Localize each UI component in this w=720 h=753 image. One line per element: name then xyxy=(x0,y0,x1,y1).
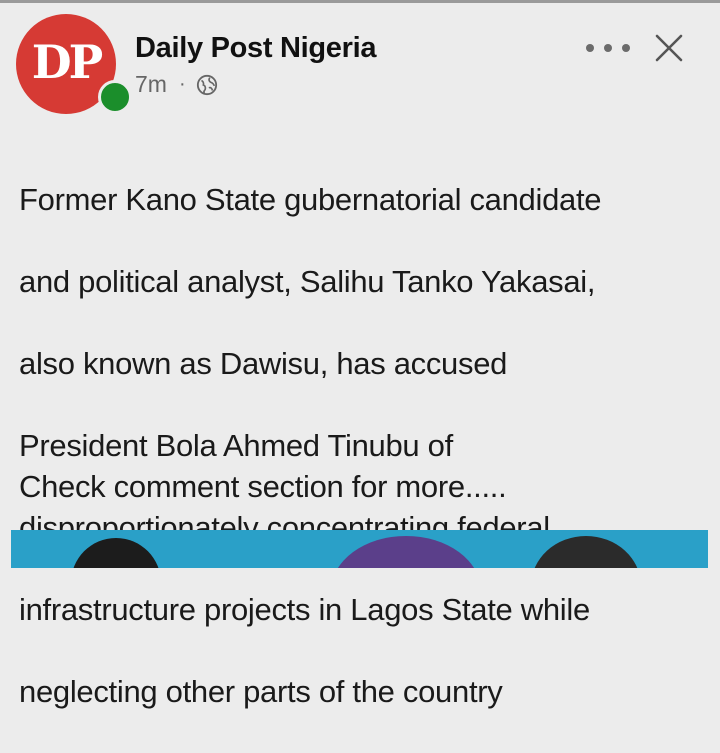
more-options-button[interactable] xyxy=(586,33,630,63)
post-text-line: President Bola Ahmed Tinubu of xyxy=(19,428,453,463)
online-status-dot xyxy=(98,80,132,114)
post-text-line: also known as Dawisu, has accused xyxy=(19,346,508,381)
post-footer-text: Check comment section for more..... xyxy=(19,469,507,504)
post-header: Daily Post Nigeria 7m · xyxy=(135,31,376,98)
image-figure-right xyxy=(531,536,641,568)
post-text: Former Kano State gubernatorial candidat… xyxy=(19,138,709,753)
more-dot xyxy=(622,44,630,52)
image-figure-left xyxy=(71,538,161,568)
post-image[interactable] xyxy=(11,530,708,568)
close-icon[interactable] xyxy=(652,31,686,65)
page-name-link[interactable]: Daily Post Nigeria xyxy=(135,31,376,65)
more-dot xyxy=(604,44,612,52)
post-meta: 7m · xyxy=(135,71,376,98)
page-avatar-wrapper[interactable]: DP xyxy=(16,14,132,114)
post-text-line: infrastructure projects in Lagos State w… xyxy=(19,592,590,627)
image-figure-center xyxy=(331,536,481,568)
post-text-line: neglecting other parts of the country xyxy=(19,674,503,709)
avatar-logo-text: DP xyxy=(31,35,104,89)
more-dots-icon xyxy=(586,44,594,52)
facebook-post: DP Daily Post Nigeria 7m · Former Kano S… xyxy=(0,3,720,709)
globe-icon[interactable] xyxy=(196,74,218,96)
meta-separator: · xyxy=(178,73,186,95)
post-timestamp[interactable]: 7m xyxy=(135,71,167,98)
post-text-line: and political analyst, Salihu Tanko Yaka… xyxy=(19,264,596,299)
post-text-line: Former Kano State gubernatorial candidat… xyxy=(19,182,602,217)
